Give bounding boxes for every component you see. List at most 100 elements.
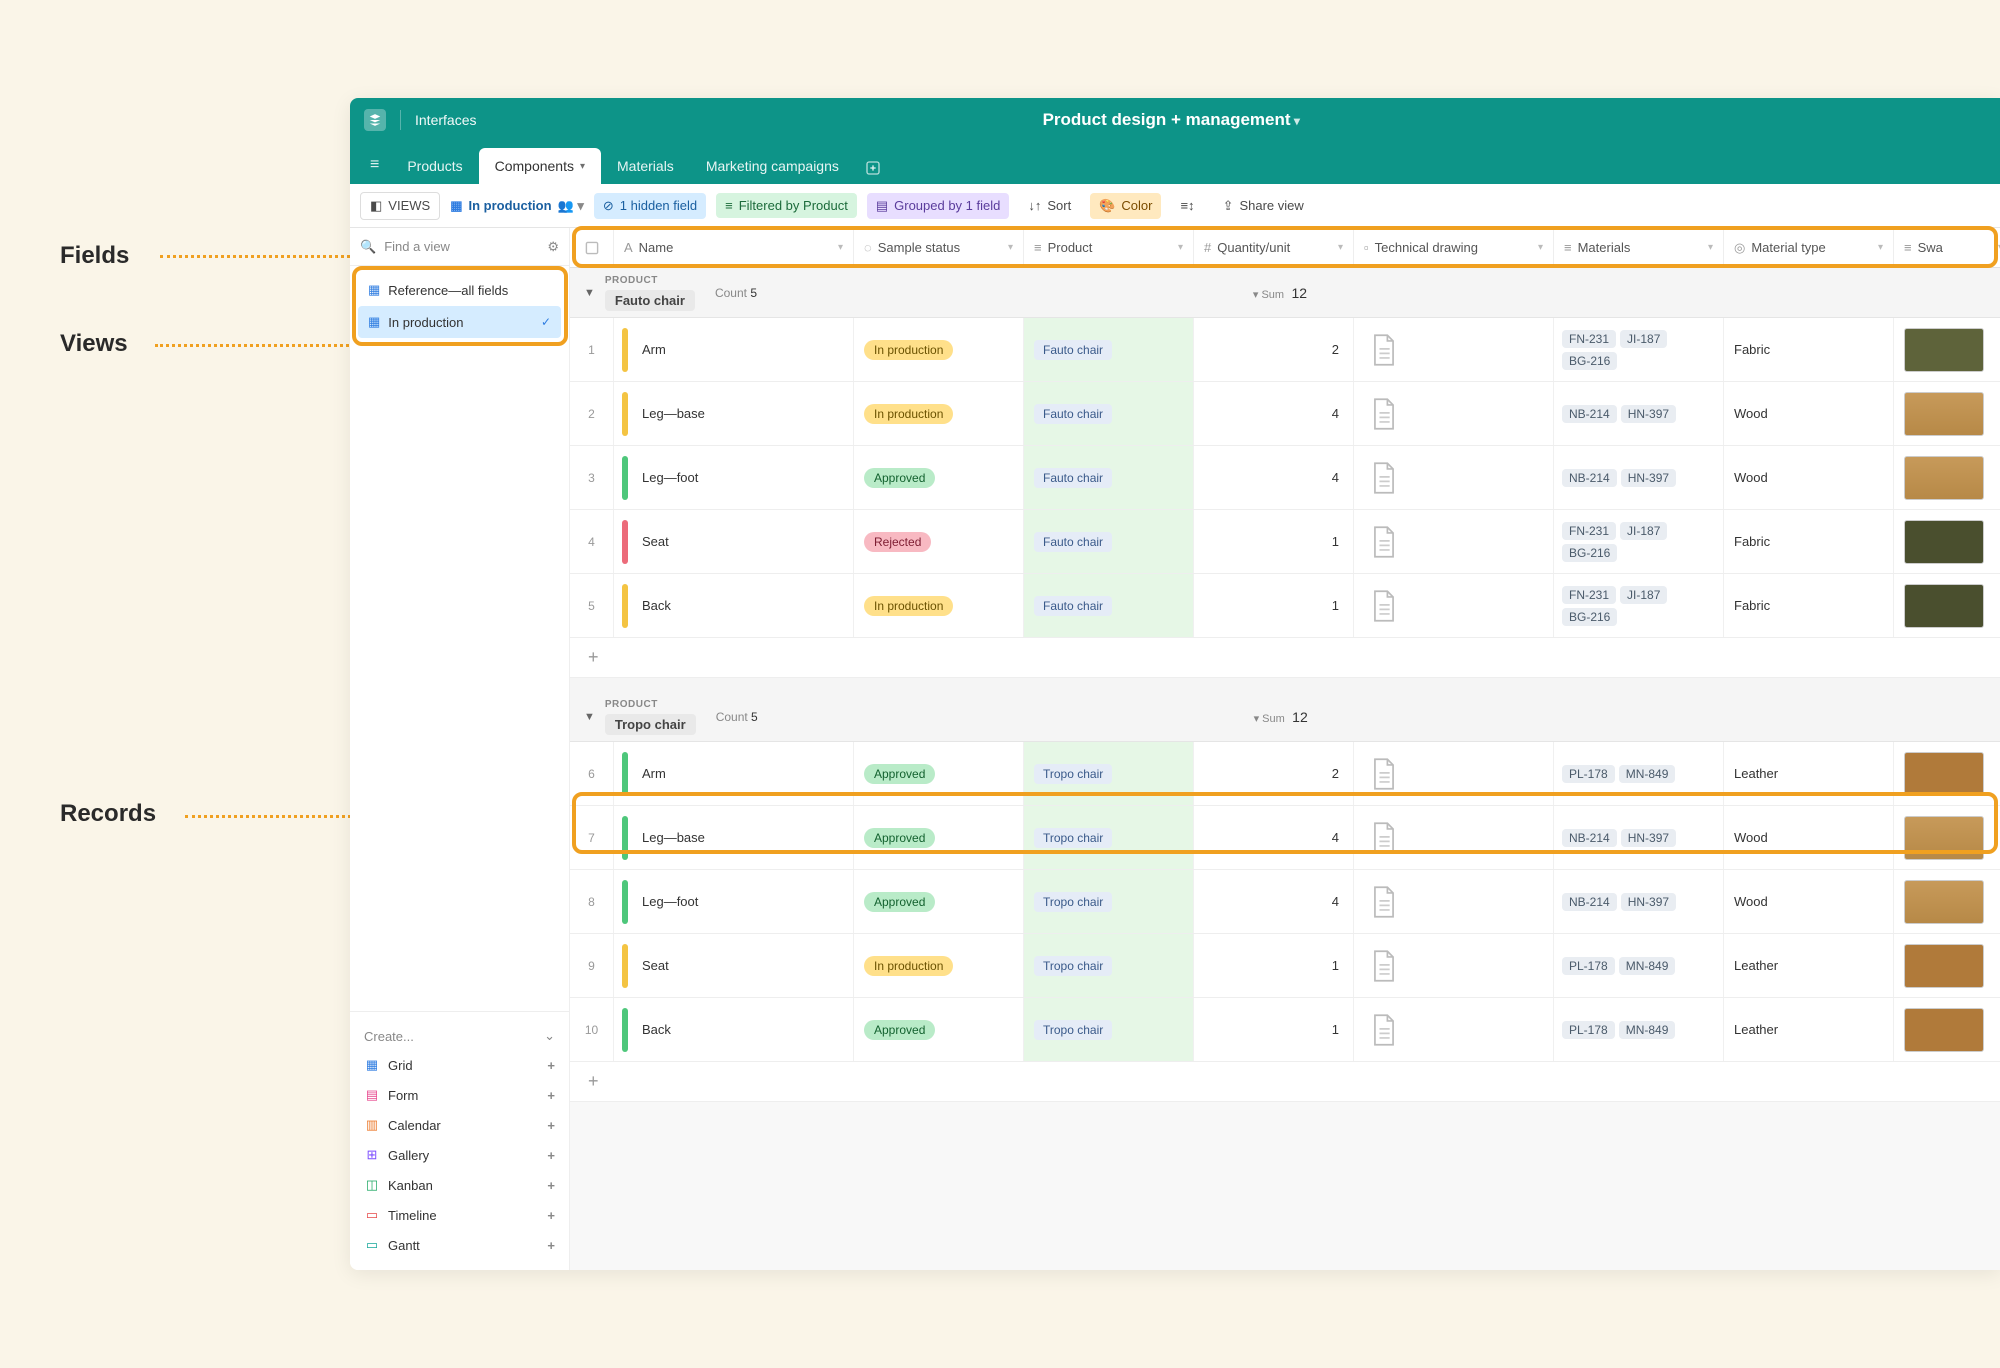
cell-product[interactable]: Tropo chair (1024, 998, 1194, 1061)
cell-status[interactable]: In production (854, 318, 1024, 381)
material-chip[interactable]: FN-231 (1562, 586, 1616, 604)
cell-material-type[interactable]: Leather (1724, 998, 1894, 1061)
row-number[interactable]: 9 (570, 934, 614, 997)
cell-swatch[interactable] (1894, 446, 2000, 509)
material-chip[interactable]: JI-187 (1620, 586, 1667, 604)
cell-material-type[interactable]: Wood (1724, 446, 1894, 509)
cell-drawing[interactable] (1354, 806, 1554, 869)
add-record-button[interactable]: + (570, 1062, 2000, 1102)
cell-drawing[interactable] (1354, 934, 1554, 997)
tab-products[interactable]: Products (391, 148, 478, 184)
cell-swatch[interactable] (1894, 382, 2000, 445)
cell-materials[interactable]: NB-214HN-397 (1554, 870, 1724, 933)
filter-button[interactable]: ≡ Filtered by Product (716, 193, 857, 218)
cell-drawing[interactable] (1354, 574, 1554, 637)
cell-materials[interactable]: FN-231JI-187BG-216 (1554, 510, 1724, 573)
material-chip[interactable]: BG-216 (1562, 608, 1617, 626)
material-chip[interactable]: HN-397 (1621, 469, 1676, 487)
cell-swatch[interactable] (1894, 806, 2000, 869)
table-row[interactable]: 5 Back In production Fauto chair 1 FN-23… (570, 574, 2000, 638)
table-row[interactable]: 7 Leg—base Approved Tropo chair 4 NB-214… (570, 806, 2000, 870)
cell-status[interactable]: Approved (854, 806, 1024, 869)
cell-product[interactable]: Fauto chair (1024, 382, 1194, 445)
table-row[interactable]: 3 Leg—foot Approved Fauto chair 4 NB-214… (570, 446, 2000, 510)
column-header[interactable]: ▫Technical drawing▾ (1354, 228, 1554, 267)
cell-material-type[interactable]: Fabric (1724, 574, 1894, 637)
table-row[interactable]: 6 Arm Approved Tropo chair 2 PL-178MN-84… (570, 742, 2000, 806)
settings-icon[interactable]: ⚙ (547, 239, 559, 255)
table-row[interactable]: 4 Seat Rejected Fauto chair 1 FN-231JI-1… (570, 510, 2000, 574)
cell-quantity[interactable]: 2 (1194, 742, 1354, 805)
cell-status[interactable]: Approved (854, 446, 1024, 509)
cell-materials[interactable]: PL-178MN-849 (1554, 998, 1724, 1061)
row-number[interactable]: 2 (570, 382, 614, 445)
column-header[interactable]: ◎Material type▾ (1724, 228, 1894, 267)
material-chip[interactable]: PL-178 (1562, 1021, 1615, 1039)
cell-drawing[interactable] (1354, 382, 1554, 445)
add-record-button[interactable]: + (570, 638, 2000, 678)
column-header[interactable]: #Quantity/unit▾ (1194, 228, 1354, 267)
cell-name[interactable]: Leg—base (614, 806, 854, 869)
group-header[interactable]: ▼ PRODUCT Tropo chair Count 5 ▾ Sum 12 (570, 692, 2000, 742)
row-number[interactable]: 4 (570, 510, 614, 573)
cell-name[interactable]: Leg—foot (614, 870, 854, 933)
cell-name[interactable]: Seat (614, 934, 854, 997)
cell-status[interactable]: Approved (854, 870, 1024, 933)
cell-status[interactable]: Approved (854, 742, 1024, 805)
row-number[interactable]: 8 (570, 870, 614, 933)
share-view-button[interactable]: ⇪ Share view (1214, 193, 1313, 219)
row-number[interactable]: 7 (570, 806, 614, 869)
cell-swatch[interactable] (1894, 934, 2000, 997)
row-number[interactable]: 5 (570, 574, 614, 637)
cell-drawing[interactable] (1354, 446, 1554, 509)
material-chip[interactable]: MN-849 (1619, 957, 1676, 975)
cell-name[interactable]: Leg—base (614, 382, 854, 445)
material-chip[interactable]: NB-214 (1562, 893, 1617, 911)
table-row[interactable]: 8 Leg—foot Approved Tropo chair 4 NB-214… (570, 870, 2000, 934)
cell-name[interactable]: Leg—foot (614, 446, 854, 509)
cell-material-type[interactable]: Leather (1724, 742, 1894, 805)
column-header[interactable]: ≡Product▾ (1024, 228, 1194, 267)
cell-quantity[interactable]: 1 (1194, 934, 1354, 997)
create-view-gantt[interactable]: ▭Gantt+ (360, 1230, 559, 1260)
table-row[interactable]: 1 Arm In production Fauto chair 2 FN-231… (570, 318, 2000, 382)
app-logo-icon[interactable] (364, 109, 386, 131)
cell-materials[interactable]: PL-178MN-849 (1554, 934, 1724, 997)
interfaces-link[interactable]: Interfaces (415, 112, 476, 128)
group-button[interactable]: ▤ Grouped by 1 field (867, 193, 1010, 219)
material-chip[interactable]: HN-397 (1621, 405, 1676, 423)
cell-name[interactable]: Back (614, 998, 854, 1061)
hidden-fields-button[interactable]: ⊘ 1 hidden field (594, 193, 706, 219)
select-all-checkbox[interactable] (570, 228, 614, 267)
sort-button[interactable]: ↓↑ Sort (1019, 193, 1080, 218)
group-header[interactable]: ▼ PRODUCT Fauto chair Count 5 ▾ Sum 12 (570, 268, 2000, 318)
row-number[interactable]: 3 (570, 446, 614, 509)
cell-status[interactable]: In production (854, 574, 1024, 637)
material-chip[interactable]: JI-187 (1620, 522, 1667, 540)
cell-product[interactable]: Tropo chair (1024, 742, 1194, 805)
cell-product[interactable]: Fauto chair (1024, 446, 1194, 509)
cell-product[interactable]: Fauto chair (1024, 318, 1194, 381)
material-chip[interactable]: PL-178 (1562, 957, 1615, 975)
cell-product[interactable]: Fauto chair (1024, 510, 1194, 573)
create-view-grid[interactable]: ▦Grid+ (360, 1050, 559, 1080)
cell-drawing[interactable] (1354, 318, 1554, 381)
cell-name[interactable]: Seat (614, 510, 854, 573)
tab-components[interactable]: Components▾ (479, 148, 601, 184)
cell-materials[interactable]: NB-214HN-397 (1554, 806, 1724, 869)
cell-status[interactable]: In production (854, 382, 1024, 445)
table-area[interactable]: AName▾◌Sample status▾≡Product▾#Quantity/… (570, 228, 2000, 1270)
create-view-timeline[interactable]: ▭Timeline+ (360, 1200, 559, 1230)
material-chip[interactable]: BG-216 (1562, 544, 1617, 562)
cell-material-type[interactable]: Fabric (1724, 510, 1894, 573)
cell-drawing[interactable] (1354, 870, 1554, 933)
cell-materials[interactable]: FN-231JI-187BG-216 (1554, 318, 1724, 381)
current-view[interactable]: ▦ In production 👥 ▾ (450, 198, 584, 214)
material-chip[interactable]: HN-397 (1621, 829, 1676, 847)
cell-product[interactable]: Fauto chair (1024, 574, 1194, 637)
table-row[interactable]: 2 Leg—base In production Fauto chair 4 N… (570, 382, 2000, 446)
cell-quantity[interactable]: 2 (1194, 318, 1354, 381)
material-chip[interactable]: FN-231 (1562, 522, 1616, 540)
material-chip[interactable]: NB-214 (1562, 829, 1617, 847)
create-view-form[interactable]: ▤Form+ (360, 1080, 559, 1110)
